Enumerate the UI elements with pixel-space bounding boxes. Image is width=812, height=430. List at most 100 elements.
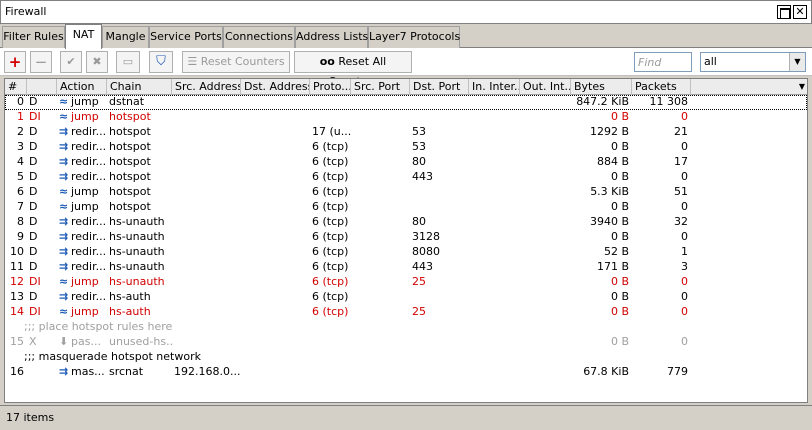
window-title: Firewall bbox=[5, 5, 47, 18]
cell-chain: hotspot bbox=[109, 155, 151, 168]
table-row[interactable]: 4 D ⇉ redir... hotspot 6 (tcp) 80 884 B 17 bbox=[5, 155, 807, 170]
table-row[interactable]: 7 D ≈ jump hotspot 6 (tcp) 0 B0 bbox=[5, 200, 807, 215]
cell-in bbox=[469, 95, 520, 110]
tab-mangle[interactable]: Mangle bbox=[102, 26, 149, 48]
table-row[interactable]: 2 D ⇉ redir... hotspot 17 (u... 53 1292 B 21 bbox=[5, 125, 807, 140]
enable-button[interactable]: ✔ bbox=[60, 51, 82, 73]
cell-action: ⇉ redir... bbox=[57, 260, 107, 275]
tab-address-lists[interactable]: Address Lists bbox=[295, 26, 368, 48]
table-row[interactable]: 11 D ⇉ redir... hs-unauth 6 (tcp) 443 171 B 3 bbox=[5, 260, 807, 275]
rule-flags: DI bbox=[29, 110, 41, 123]
table-row[interactable]: 8 D ⇉ redir... hs-unauth 6 (tcp) 80 3940 B 32 bbox=[5, 215, 807, 230]
table-row[interactable]: 12 DI ≈ jump hs-unauth 6 (tcp) 25 0 B0 bbox=[5, 275, 807, 290]
cell-sport bbox=[351, 215, 410, 230]
cell-dport: 80 bbox=[412, 215, 426, 228]
rule-flags: D bbox=[29, 290, 38, 303]
cell-src bbox=[172, 305, 241, 320]
cell-chain: hotspot bbox=[109, 170, 151, 183]
filter-button[interactable]: ⛉ bbox=[149, 51, 173, 73]
cell-out bbox=[520, 305, 571, 320]
column-header-packets[interactable]: Packets bbox=[632, 79, 691, 95]
find-input[interactable] bbox=[634, 52, 692, 72]
rule-number: 7 bbox=[17, 200, 24, 213]
close-icon[interactable]: ✕ bbox=[793, 5, 807, 19]
cell-packets: 0 bbox=[681, 290, 688, 303]
table-row[interactable]: 5 D ⇉ redir... hotspot 6 (tcp) 443 0 B 0 bbox=[5, 170, 807, 185]
tab-filter-rules[interactable]: Filter Rules bbox=[2, 26, 65, 48]
column-header-chain[interactable]: Chain bbox=[107, 79, 172, 95]
table-row[interactable]: 0 D ≈ jump dstnat 847.2 KiB 11 308 bbox=[5, 95, 807, 110]
table-row[interactable]: 1 DI ≈ jump hotspot 0 B0 bbox=[5, 110, 807, 125]
table-row[interactable]: 3 D ⇉ redir... hotspot 6 (tcp) 53 0 B 0 bbox=[5, 140, 807, 155]
column-menu-icon[interactable]: ▼ bbox=[799, 82, 805, 91]
disable-button[interactable]: ✖ bbox=[86, 51, 108, 73]
filter-select[interactable]: all ▼ bbox=[700, 52, 806, 72]
table-row[interactable]: 14 DI ≈ jump hs-auth 6 (tcp) 25 0 B0 bbox=[5, 305, 807, 320]
cell-src bbox=[172, 110, 241, 125]
cell-bytes: 67.8 KiB bbox=[583, 365, 629, 378]
cell-bytes: 0 B bbox=[610, 290, 629, 303]
table-row[interactable]: 13 D ⇉ redir... hs-auth 6 (tcp) 0 B 0 bbox=[5, 290, 807, 305]
cell-chain: hs-unauth bbox=[109, 215, 165, 228]
toolbar: + − ✔ ✖ ▭ ⛉ ☰ Reset Counters oo Reset Al… bbox=[0, 48, 812, 88]
action-label: jump bbox=[71, 275, 99, 288]
cell-bytes: 3940 B bbox=[589, 215, 629, 228]
cell-action: ⇉ redir... bbox=[57, 230, 107, 245]
cell-src bbox=[172, 125, 241, 140]
comment-button[interactable]: ▭ bbox=[116, 51, 140, 73]
cell-dport bbox=[410, 290, 469, 305]
cell-src bbox=[172, 275, 241, 290]
tab-connections[interactable]: Connections bbox=[223, 26, 295, 48]
column-header-flags[interactable] bbox=[27, 79, 57, 95]
table-row[interactable]: 10 D ⇉ redir... hs-unauth 6 (tcp) 8080 52 B 1 bbox=[5, 245, 807, 260]
cell-out bbox=[520, 335, 571, 350]
redirect-icon: ⇉ bbox=[59, 245, 69, 258]
cell-in bbox=[469, 290, 520, 305]
tab-layer7-protocols[interactable]: Layer7 Protocols bbox=[368, 26, 460, 48]
maximize-icon[interactable] bbox=[777, 5, 791, 19]
cell-proto bbox=[310, 95, 351, 110]
window-titlebar: Firewall ✕ bbox=[0, 0, 812, 24]
add-button[interactable]: + bbox=[4, 51, 26, 73]
cell-dst bbox=[241, 215, 310, 230]
column-header-dst-address[interactable]: Dst. Address bbox=[241, 79, 310, 95]
comment-row[interactable]: ;;; masquerade hotspot network bbox=[5, 350, 807, 365]
remove-button[interactable]: − bbox=[30, 51, 52, 73]
column-header-src-port[interactable]: Src. Port bbox=[351, 79, 410, 95]
column-header-action[interactable]: Action bbox=[57, 79, 107, 95]
cell-dport: 80 bbox=[412, 155, 426, 168]
cell-proto: 6 (tcp) bbox=[312, 140, 349, 153]
table-row[interactable]: 9 D ⇉ redir... hs-unauth 6 (tcp) 3128 0 B 0 bbox=[5, 230, 807, 245]
cell-dport bbox=[410, 200, 469, 215]
cell-bytes: 1292 B bbox=[589, 125, 629, 138]
cell-dst bbox=[241, 125, 310, 140]
cell-out bbox=[520, 110, 571, 125]
cell-bytes: 52 B bbox=[603, 245, 629, 258]
column-header-number[interactable]: # bbox=[5, 79, 27, 95]
cell-chain: hs-unauth bbox=[109, 230, 165, 243]
action-label: redir... bbox=[71, 290, 107, 303]
chevron-down-icon[interactable]: ▼ bbox=[789, 53, 805, 71]
table-row[interactable]: 6 D ≈ jump hotspot 6 (tcp) 5.3 KiB 51 bbox=[5, 185, 807, 200]
cell-packets: 0 bbox=[681, 170, 688, 183]
tab-service-ports[interactable]: Service Ports bbox=[149, 26, 223, 48]
cell-dst bbox=[241, 335, 310, 350]
column-header-proto[interactable]: Proto... bbox=[310, 79, 351, 95]
table-row[interactable]: 16 ⇉ mas... srcnat 192.168.0.... 67.8 KiB 779 bbox=[5, 365, 807, 380]
item-count: 17 items bbox=[6, 411, 55, 424]
reset-all-counters-button[interactable]: oo Reset All Counters bbox=[294, 51, 412, 88]
column-header-src-address[interactable]: Src. Address bbox=[172, 79, 241, 95]
column-header-bytes[interactable]: Bytes bbox=[571, 79, 632, 95]
cell-proto bbox=[310, 335, 351, 350]
comment-row[interactable]: ;;; place hotspot rules here bbox=[5, 320, 807, 335]
table-row[interactable]: 15 X ⬇ pas... unused-hs... 0 B0 bbox=[5, 335, 807, 350]
column-header-out-int[interactable]: Out. Int... bbox=[520, 79, 571, 95]
tab-nat[interactable]: NAT bbox=[65, 24, 102, 49]
cell-in bbox=[469, 260, 520, 275]
cell-dst bbox=[241, 260, 310, 275]
column-header-in-inter[interactable]: In. Inter... bbox=[469, 79, 520, 95]
filter-select-value: all bbox=[704, 55, 717, 68]
column-header-dst-port[interactable]: Dst. Port bbox=[410, 79, 469, 95]
reset-counters-button[interactable]: ☰ Reset Counters bbox=[182, 51, 290, 73]
action-label: pas... bbox=[71, 335, 101, 348]
